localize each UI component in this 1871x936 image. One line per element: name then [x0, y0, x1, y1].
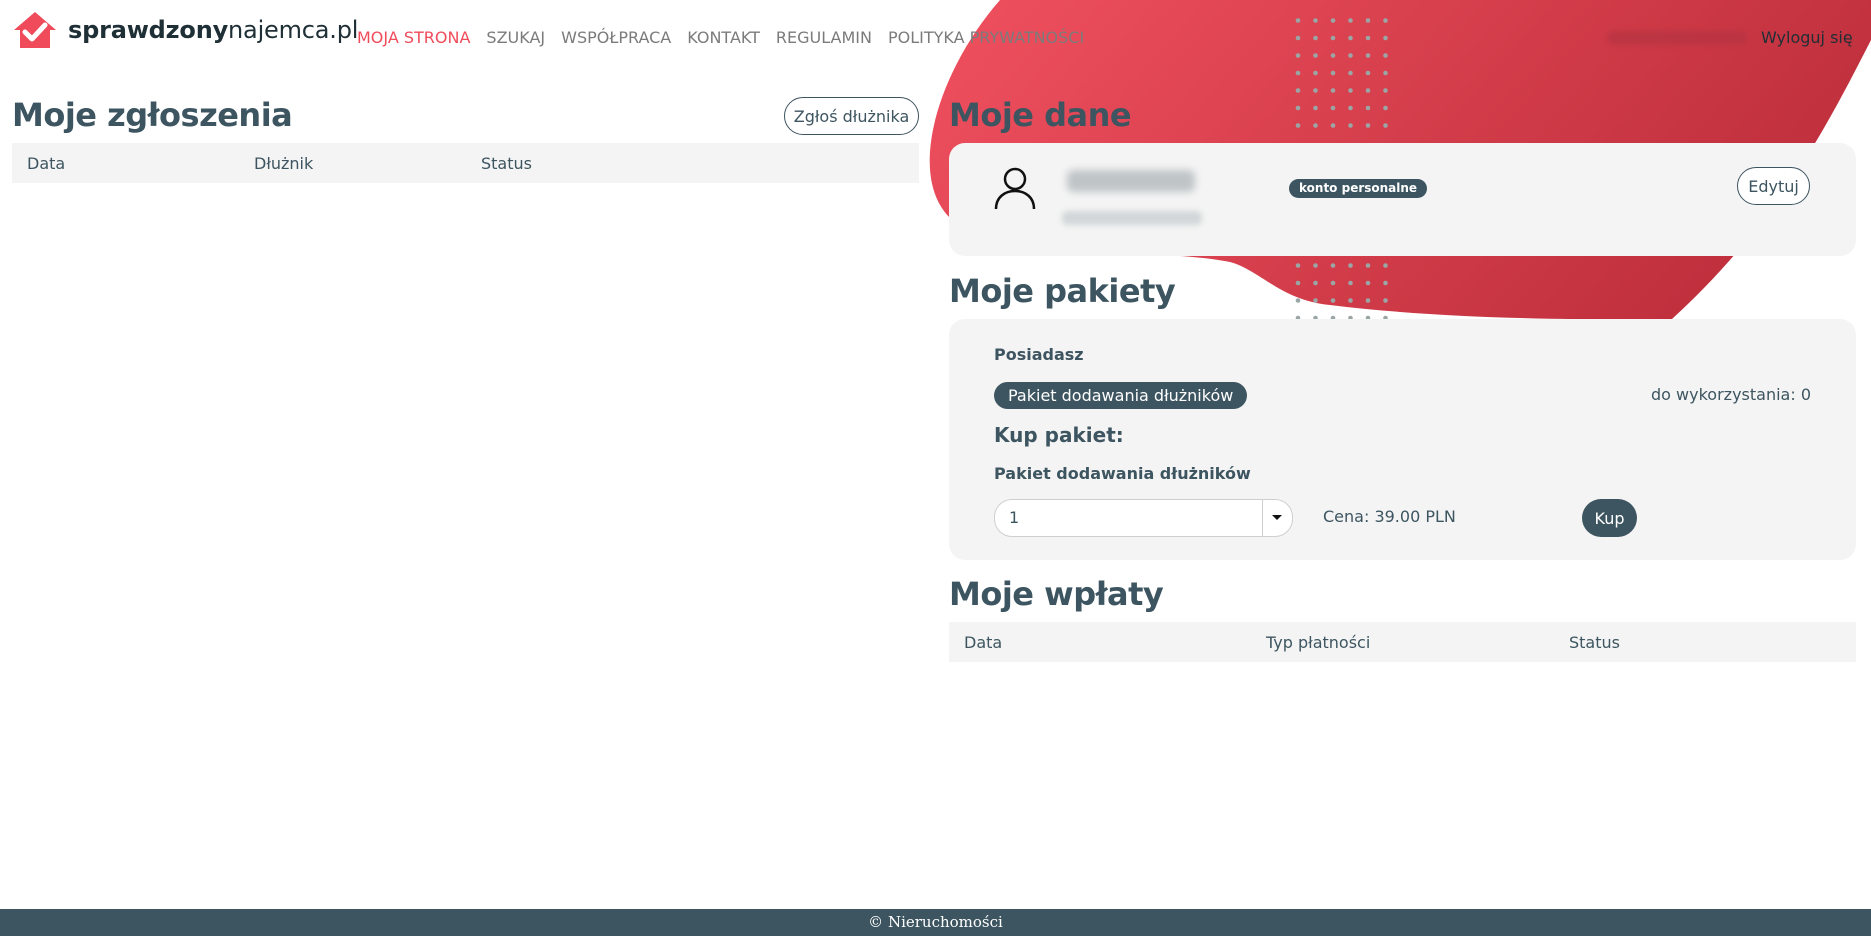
- reports-col-debtor: Dłużnik: [254, 154, 314, 173]
- payments-col-status: Status: [1569, 633, 1620, 652]
- payments-col-date: Data: [964, 633, 1003, 652]
- nav-item-polityka-prywatnosci[interactable]: POLITYKA PRYWATNOŚCI: [888, 28, 1084, 47]
- house-check-icon: [14, 12, 56, 48]
- logo-text: sprawdzonynajemca.pl: [68, 16, 359, 44]
- remaining-count: do wykorzystania: 0: [1651, 385, 1811, 404]
- packages-card: Posiadasz Pakiet dodawania dłużników do …: [949, 319, 1856, 560]
- user-email-redacted: [1062, 211, 1202, 225]
- chevron-down-icon[interactable]: [1271, 514, 1283, 522]
- nav-item-moja-strona[interactable]: MOJA STRONA: [357, 28, 470, 47]
- owned-package-pill: Pakiet dodawania dłużników: [994, 382, 1248, 409]
- top-header: sprawdzonynajemca.pl MOJA STRONA SZUKAJ …: [0, 0, 1871, 78]
- reports-title: Moje zgłoszenia: [12, 96, 293, 134]
- nav-item-wspolpraca[interactable]: WSPÓŁPRACA: [561, 28, 671, 47]
- user-name-redacted: [1607, 31, 1747, 45]
- reports-col-date: Data: [27, 154, 66, 173]
- buy-button[interactable]: Kup: [1582, 499, 1637, 537]
- reports-table-header: Data Dłużnik Status: [12, 143, 919, 183]
- owned-label: Posiadasz: [994, 345, 1084, 364]
- user-fullname-redacted: [1067, 170, 1195, 192]
- footer-copyright: © Nieruchomości: [868, 913, 1003, 931]
- user-icon: [994, 167, 1036, 210]
- nav-item-regulamin[interactable]: REGULAMIN: [776, 28, 872, 47]
- main-nav: MOJA STRONA SZUKAJ WSPÓŁPRACA KONTAKT RE…: [357, 28, 1100, 47]
- profile-card: konto personalne Edytuj: [949, 143, 1856, 256]
- buy-package-name: Pakiet dodawania dłużników: [994, 464, 1251, 483]
- site-logo[interactable]: sprawdzonynajemca.pl: [12, 10, 358, 50]
- payments-col-payment-type: Typ płatności: [1266, 633, 1371, 652]
- buy-package-heading: Kup pakiet:: [994, 423, 1124, 447]
- profile-title: Moje dane: [949, 96, 1132, 134]
- edit-profile-button[interactable]: Edytuj: [1737, 167, 1810, 205]
- payments-title: Moje wpłaty: [949, 575, 1164, 613]
- select-divider: [1262, 500, 1263, 536]
- account-type-badge: konto personalne: [1289, 179, 1428, 198]
- nav-item-szukaj[interactable]: SZUKAJ: [486, 28, 545, 47]
- logout-link[interactable]: Wyloguj się: [1761, 28, 1853, 47]
- packages-title: Moje pakiety: [949, 272, 1176, 310]
- quantity-value: 1: [1009, 508, 1020, 527]
- payments-table-header: Data Typ płatności Status: [949, 622, 1856, 662]
- nav-item-kontakt[interactable]: KONTAKT: [687, 28, 760, 47]
- quantity-select[interactable]: 1: [994, 499, 1293, 537]
- report-debtor-button[interactable]: Zgłoś dłużnika: [784, 97, 919, 135]
- footer: © Nieruchomości: [0, 909, 1871, 936]
- package-price: Cena: 39.00 PLN: [1323, 507, 1456, 526]
- reports-col-status: Status: [481, 154, 532, 173]
